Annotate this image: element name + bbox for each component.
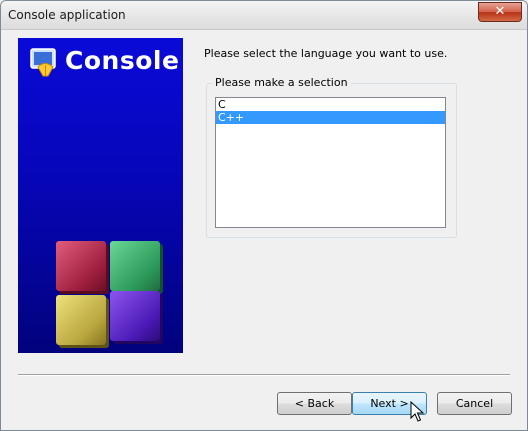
instruction-text: Please select the language you want to u… xyxy=(204,47,448,60)
banner-title: Console xyxy=(65,46,180,75)
purple-cube xyxy=(110,291,160,341)
group-label: Please make a selection xyxy=(212,76,351,89)
separator-line xyxy=(18,374,510,376)
mouse-cursor-icon xyxy=(410,401,424,422)
wizard-banner: Console xyxy=(18,38,183,353)
back-button[interactable]: < Back xyxy=(277,392,352,415)
red-cube xyxy=(56,241,106,291)
selection-group: Please make a selection C C++ xyxy=(206,76,457,238)
close-button[interactable]: ✕ xyxy=(478,2,522,22)
green-cube xyxy=(110,241,160,291)
console-logo-icon xyxy=(30,48,56,77)
cancel-button[interactable]: Cancel xyxy=(437,392,512,415)
language-option-c[interactable]: C xyxy=(216,98,445,111)
title-bar[interactable]: Console application ✕ xyxy=(1,1,527,30)
wizard-window: Console application ✕ Console Please sel… xyxy=(0,0,528,431)
language-listbox[interactable]: C C++ xyxy=(215,97,446,228)
yellow-cube xyxy=(56,295,106,345)
window-title: Console application xyxy=(8,8,126,22)
cubes-logo xyxy=(48,235,168,350)
language-option-cpp[interactable]: C++ xyxy=(216,111,445,124)
